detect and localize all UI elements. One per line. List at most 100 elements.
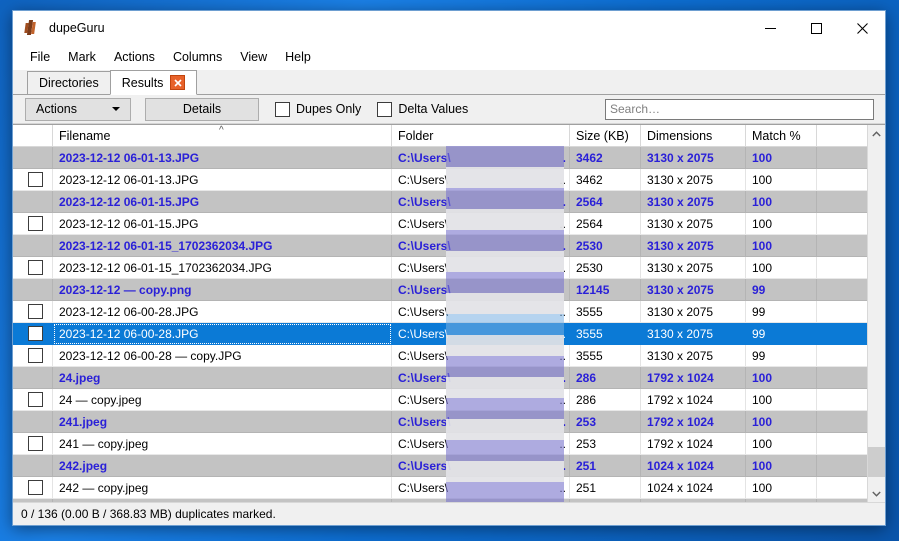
cell-filler	[816, 366, 867, 389]
table-row[interactable]: 2023-12-12 06-00-28.JPG C:\Users\.. 3555 31…	[13, 322, 867, 345]
column-header-checkbox[interactable]	[13, 125, 53, 147]
cell-dimensions: 3130 x 2075	[640, 278, 746, 301]
row-checkbox-cell[interactable]	[13, 322, 53, 345]
cell-match: 100	[745, 168, 817, 191]
column-header-folder[interactable]: Folder	[391, 125, 570, 147]
table-row-group[interactable]: 2023-12-12 06-01-15.JPG C:\Users\. 2564 313…	[13, 190, 867, 213]
cell-match: 99	[745, 278, 817, 301]
table-row[interactable]: 241 — copy.jpeg C:\Users\.. 253 1792 x 1024…	[13, 432, 867, 455]
vertical-scrollbar[interactable]	[867, 125, 885, 502]
column-header-dimensions[interactable]: Dimensions	[640, 125, 746, 147]
window-controls	[747, 11, 885, 45]
row-checkbox-icon[interactable]	[28, 304, 43, 320]
cell-filler	[816, 498, 867, 502]
scrollbar-thumb[interactable]	[868, 447, 885, 477]
cell-folder: C:\Users\..	[391, 322, 570, 345]
scrollbar-track[interactable]	[868, 142, 885, 485]
row-checkbox-cell[interactable]	[13, 300, 53, 323]
table-row[interactable]: 2023-12-12 06-00-28 — copy.JPG C:\Users\.…	[13, 344, 867, 367]
delta-values-label: Delta Values	[398, 102, 469, 116]
cell-filename: 2023-12-12 06-01-15.JPG	[52, 212, 392, 235]
row-checkbox-cell[interactable]	[13, 212, 53, 235]
search-placeholder: Search…	[610, 102, 661, 116]
menu-bar: File Mark Actions Columns View Help	[13, 45, 885, 70]
row-checkbox-icon[interactable]	[28, 348, 43, 364]
column-header-match-label: Match %	[752, 128, 801, 143]
tab-results[interactable]: Results	[109, 70, 198, 95]
cell-dimensions: 3130 x 2075	[640, 234, 746, 257]
row-checkbox-cell[interactable]	[13, 432, 53, 455]
cell-folder-ellipsis: ..	[559, 216, 566, 231]
table-row-group[interactable]: 2023-12-12 — copy.png C:\Users\ 12145 3130 …	[13, 278, 867, 301]
table-row-group[interactable]: 242.jpeg C:\Users\. 251 1024 x 1024 100	[13, 454, 867, 477]
cell-filename: 242 — copy.jpeg	[52, 476, 392, 499]
cell-size: 251	[569, 454, 641, 477]
row-checkbox-cell[interactable]	[13, 388, 53, 411]
row-checkbox-cell[interactable]	[13, 476, 53, 499]
cell-folder-ellipsis: .	[562, 370, 566, 385]
table-row-group[interactable]: 24.jpeg C:\Users\. 286 1792 x 1024 100	[13, 366, 867, 389]
dupes-only-checkbox[interactable]: Dupes Only	[275, 101, 361, 117]
menu-item-help[interactable]: Help	[276, 47, 320, 67]
column-header-match[interactable]: Match %	[745, 125, 817, 147]
cell-folder: C:\Users\.	[391, 498, 570, 502]
cell-folder: C:\Users\.	[391, 366, 570, 389]
menu-item-columns[interactable]: Columns	[164, 47, 231, 67]
cell-filler	[816, 146, 867, 169]
cell-folder: C:\Users\..	[391, 212, 570, 235]
row-checkbox-icon[interactable]	[28, 326, 43, 342]
table-row[interactable]: 2023-12-12 06-01-15_1702362034.JPG C:\Use…	[13, 256, 867, 279]
row-checkbox-icon[interactable]	[28, 216, 43, 232]
search-input[interactable]: Search…	[605, 98, 874, 120]
actions-button[interactable]: Actions	[25, 97, 131, 121]
tab-close-icon[interactable]	[170, 75, 186, 90]
row-checkbox-icon[interactable]	[28, 436, 43, 452]
row-checkbox-cell	[13, 146, 53, 169]
menu-item-actions[interactable]: Actions	[105, 47, 164, 67]
row-checkbox-icon[interactable]	[28, 392, 43, 408]
row-checkbox-cell[interactable]	[13, 344, 53, 367]
cell-filler	[816, 256, 867, 279]
dupes-only-box-icon	[275, 101, 290, 117]
menu-item-mark[interactable]: Mark	[59, 47, 105, 67]
row-checkbox-cell[interactable]	[13, 256, 53, 279]
maximize-button[interactable]	[793, 11, 839, 45]
table-row[interactable]: 2023-12-12 06-01-15.JPG C:\Users\.. 2564 31…	[13, 212, 867, 235]
tab-directories[interactable]: Directories	[27, 71, 111, 94]
table-row-group[interactable]: 2023-12-12 06-01-15_1702362034.JPG C:\Use…	[13, 234, 867, 257]
row-checkbox-icon[interactable]	[28, 172, 43, 188]
cell-dimensions: 3130 x 2075	[640, 168, 746, 191]
cell-size: 286	[569, 366, 641, 389]
cell-dimensions: 3130 x 2075	[640, 146, 746, 169]
table-row-group[interactable]: 2023-12-12 06-01-13.JPG C:\Users\. 3462 313…	[13, 146, 867, 169]
row-checkbox-icon[interactable]	[28, 260, 43, 276]
minimize-button[interactable]	[747, 11, 793, 45]
details-button[interactable]: Details	[145, 97, 259, 121]
row-checkbox-cell[interactable]	[13, 168, 53, 191]
table-row-group[interactable]: 241.jpeg C:\Users\. 253 1792 x 1024 100	[13, 410, 867, 433]
scroll-up-button[interactable]	[868, 125, 885, 142]
delta-values-checkbox[interactable]: Delta Values	[377, 101, 469, 117]
menu-item-view[interactable]: View	[231, 47, 276, 67]
cell-filler	[816, 476, 867, 499]
column-header-filename[interactable]: Filename ^	[52, 125, 392, 147]
dupeguru-window: dupeGuru File Mark Actions Columns View …	[12, 10, 886, 526]
row-checkbox-icon[interactable]	[28, 480, 43, 496]
cell-size: 290	[569, 498, 641, 502]
cell-folder-ellipsis: .	[562, 194, 566, 209]
scroll-down-button[interactable]	[868, 485, 885, 502]
column-header-size[interactable]: Size (KB)	[569, 125, 641, 147]
status-text: 0 / 136 (0.00 B / 368.83 MB) duplicates …	[21, 507, 276, 521]
table-row[interactable]: 24 — copy.jpeg C:\Users\.. 286 1792 x 1024 1…	[13, 388, 867, 411]
menu-item-file[interactable]: File	[21, 47, 59, 67]
cell-size: 253	[569, 432, 641, 455]
table-row-group[interactable]: 3.jpegC:\Users\.2901792 x 1024100	[13, 498, 867, 502]
cell-folder: C:\Users\..	[391, 344, 570, 367]
cell-filename: 2023-12-12 06-01-15.JPG	[52, 190, 392, 213]
table-row[interactable]: 242 — copy.jpeg C:\Users\.. 251 1024 x 1024…	[13, 476, 867, 499]
tab-directories-label: Directories	[39, 76, 99, 90]
cell-folder-ellipsis: ..	[559, 480, 566, 495]
close-button[interactable]	[839, 11, 885, 45]
table-row[interactable]: 2023-12-12 06-00-28.JPG C:\Users\.. 3555 31…	[13, 300, 867, 323]
table-row[interactable]: 2023-12-12 06-01-13.JPG C:\Users\.. 3462 31…	[13, 168, 867, 191]
